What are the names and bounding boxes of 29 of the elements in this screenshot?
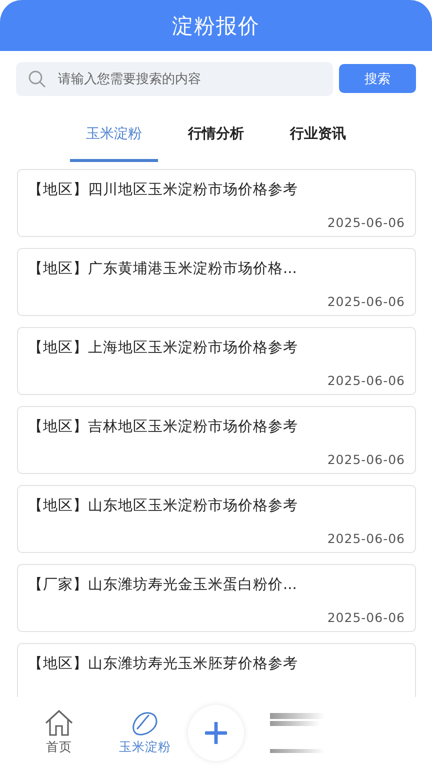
article-title: 【地区】山东潍坊寿光玉米胚芽价格参考 bbox=[28, 654, 299, 673]
article-title: 【地区】上海地区玉米淀粉市场价格参考 bbox=[28, 338, 299, 357]
nav-item[interactable]: 玉米淀粉 bbox=[102, 709, 188, 756]
search-field[interactable]: 请输入您需要搜索的内容 bbox=[16, 62, 333, 96]
plus-icon bbox=[205, 722, 227, 744]
search-icon bbox=[28, 70, 46, 88]
category-tab[interactable]: 行业资讯 bbox=[274, 118, 362, 162]
article-date: 2025-06-06 bbox=[327, 373, 405, 388]
category-tab[interactable]: 行情分析 bbox=[172, 118, 260, 162]
article-title: 【厂家】山东潍坊寿光金玉米蛋白粉价... bbox=[28, 576, 298, 594]
article-date: 2025-06-06 bbox=[327, 215, 405, 230]
article-date: 2025-06-06 bbox=[327, 610, 405, 625]
article-card[interactable]: 【厂家】山东潍坊寿光金玉米蛋白粉价... 2025-06-06 bbox=[17, 564, 416, 632]
article-title: 【地区】吉林地区玉米淀粉市场价格参考 bbox=[28, 418, 299, 436]
article-title: 【地区】四川地区玉米淀粉市场价格参考 bbox=[28, 180, 299, 199]
article-title: 【地区】山东地区玉米淀粉市场价格参考 bbox=[28, 496, 299, 515]
article-card[interactable]: 【地区】山东地区玉米淀粉市场价格参考 2025-06-06 bbox=[17, 485, 416, 553]
article-card[interactable]: 【地区】上海地区玉米淀粉市场价格参考 2025-06-06 bbox=[17, 327, 416, 395]
article-card[interactable]: 【地区】四川地区玉米淀粉市场价格参考 2025-06-06 bbox=[17, 169, 416, 237]
page-title: 淀粉报价 bbox=[172, 12, 260, 40]
article-date: 2025-06-06 bbox=[327, 294, 405, 309]
article-date: 2025-06-06 bbox=[327, 531, 405, 546]
home-icon bbox=[43, 709, 75, 737]
article-card[interactable]: 【地区】广东黄埔港玉米淀粉市场价格... 2025-06-06 bbox=[17, 248, 416, 316]
category-tab[interactable]: 玉米淀粉 bbox=[70, 118, 158, 162]
article-card[interactable]: 【地区】吉林地区玉米淀粉市场价格参考 2025-06-06 bbox=[17, 406, 416, 474]
nav-item[interactable]: 首页 bbox=[16, 709, 102, 756]
article-title: 【地区】广东黄埔港玉米淀粉市场价格... bbox=[28, 260, 298, 278]
article-date: 2025-06-06 bbox=[327, 452, 405, 467]
